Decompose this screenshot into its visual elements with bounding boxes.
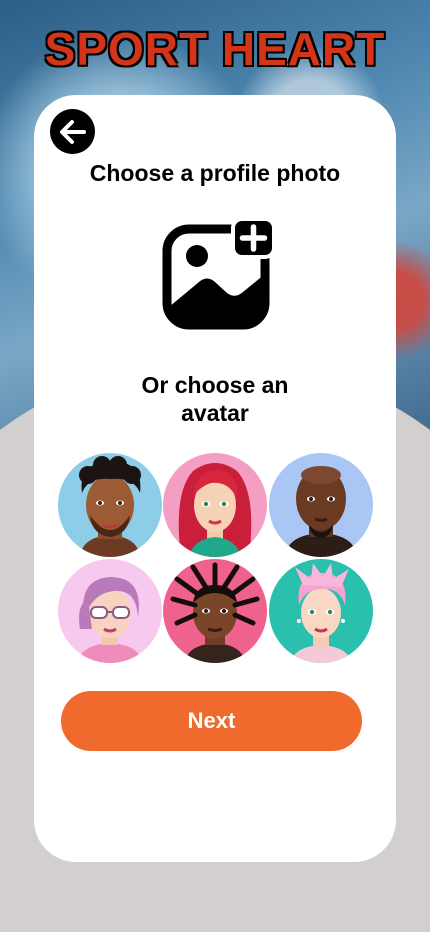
avatar-bald-man[interactable] [269, 453, 373, 557]
avatar-purple-hair-glasses[interactable] [58, 559, 162, 663]
avatar-curly-hair-man[interactable] [58, 453, 162, 557]
back-button[interactable] [50, 109, 95, 154]
add-photo-icon [162, 217, 276, 330]
avatar-curly-hair-man-icon [79, 456, 141, 557]
avatar-red-hair-woman[interactable] [163, 453, 267, 557]
avatar-pink-hair-woman[interactable] [269, 559, 373, 663]
avatar-dreadlocks-man[interactable] [163, 559, 267, 663]
avatar-purple-hair-glasses-icon [78, 577, 142, 663]
next-button[interactable]: Next [61, 691, 362, 751]
arrow-left-icon [59, 119, 86, 144]
avatar-prompt: Or choose an avatar [34, 371, 396, 427]
avatar-pink-hair-woman-icon [291, 563, 351, 663]
page-title: Choose a profile photo [89, 160, 341, 186]
avatar-dreadlocks-man-icon [170, 562, 260, 663]
app-logo: SPORT HEART [44, 23, 386, 75]
upload-photo-button[interactable] [161, 217, 276, 331]
avatar-prompt-line1: Or choose an [141, 372, 289, 398]
avatar-red-hair-woman-icon [178, 463, 252, 557]
avatar-bald-man-icon [285, 466, 357, 557]
avatar-prompt-line2: avatar [181, 400, 249, 426]
